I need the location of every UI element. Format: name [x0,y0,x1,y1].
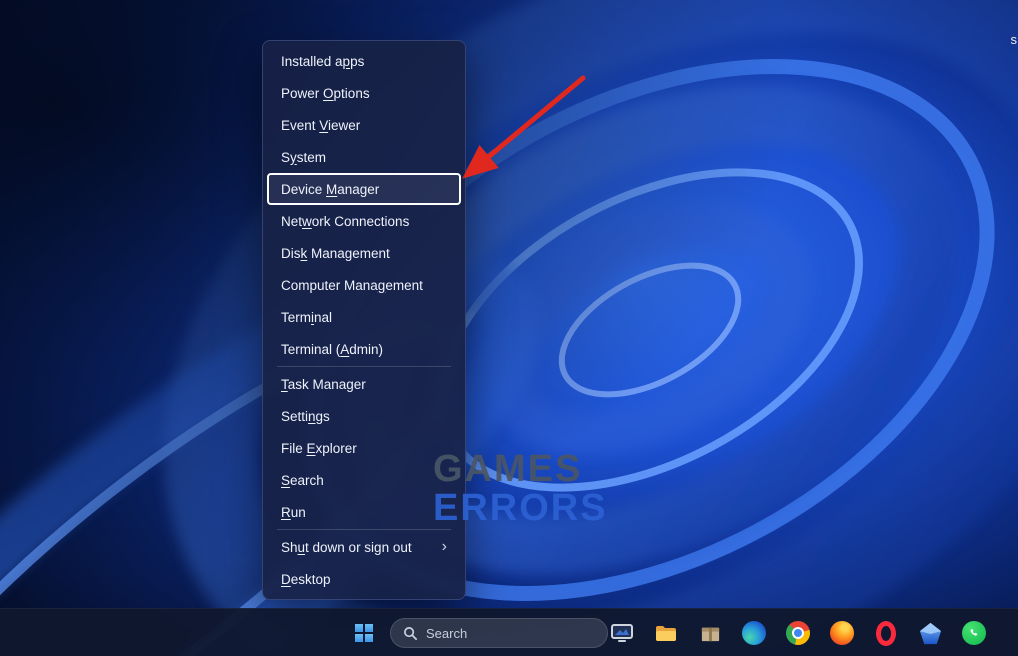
corner-text: s [1011,32,1018,47]
chevron-right-icon: › [442,539,447,555]
firefox-icon[interactable] [829,620,855,646]
menu-item-desktop[interactable]: Desktop [267,563,461,595]
taskbar-search[interactable] [390,618,608,648]
menu-item-label: Event Viewer [281,118,360,133]
menu-item-device-manager[interactable]: Device Manager [267,173,461,205]
start-button[interactable] [350,619,378,647]
windows-start-icon [355,624,373,642]
box-app-icon[interactable] [697,620,723,646]
menu-item-label: Device Manager [281,182,379,197]
menu-item-label: Network Connections [281,214,409,229]
menu-item-computer-management[interactable]: Computer Management [267,269,461,301]
opera-icon[interactable] [873,620,899,646]
menu-item-network-connections[interactable]: Network Connections [267,205,461,237]
menu-item-label: Task Manager [281,377,366,392]
menu-item-shut-down-or-sign-out[interactable]: Shut down or sign out › [267,531,461,563]
menu-item-search[interactable]: Search [267,464,461,496]
chrome-icon[interactable] [785,620,811,646]
menu-item-label: File Explorer [281,441,357,456]
menu-item-label: Terminal [281,310,332,325]
menu-item-label: Run [281,505,306,520]
menu-item-label: System [281,150,326,165]
desktop: Installed apps Power Options Event Viewe… [0,0,1018,656]
menu-item-terminal[interactable]: Terminal [267,301,461,333]
menu-item-settings[interactable]: Settings [267,400,461,432]
menu-item-label: Installed apps [281,54,364,69]
blue-gem-app-icon[interactable] [917,620,943,646]
menu-separator [277,366,451,367]
menu-item-terminal-admin[interactable]: Terminal (Admin) [267,333,461,365]
menu-item-event-viewer[interactable]: Event Viewer [267,109,461,141]
menu-item-power-options[interactable]: Power Options [267,77,461,109]
menu-item-installed-apps[interactable]: Installed apps [267,45,461,77]
menu-item-label: Settings [281,409,330,424]
search-input[interactable] [426,626,586,641]
winx-context-menu: Installed apps Power Options Event Viewe… [262,40,466,600]
folder-icon[interactable] [653,620,679,646]
menu-item-label: Search [281,473,324,488]
menu-item-label: Terminal (Admin) [281,342,383,357]
whatsapp-icon[interactable] [961,620,987,646]
taskbar-pinned-apps [609,620,987,646]
menu-item-label: Desktop [281,572,331,587]
menu-item-system[interactable]: System [267,141,461,173]
menu-item-task-manager[interactable]: Task Manager [267,368,461,400]
menu-item-run[interactable]: Run [267,496,461,528]
menu-item-label: Computer Management [281,278,423,293]
edge-icon[interactable] [741,620,767,646]
menu-item-disk-management[interactable]: Disk Management [267,237,461,269]
search-icon [403,626,418,641]
menu-item-label: Disk Management [281,246,390,261]
monitor-app-icon[interactable] [609,620,635,646]
taskbar [0,608,1018,656]
menu-separator [277,529,451,530]
menu-item-label: Power Options [281,86,370,101]
menu-item-label: Shut down or sign out [281,540,412,555]
desktop-wallpaper [0,0,1018,656]
menu-item-file-explorer[interactable]: File Explorer [267,432,461,464]
